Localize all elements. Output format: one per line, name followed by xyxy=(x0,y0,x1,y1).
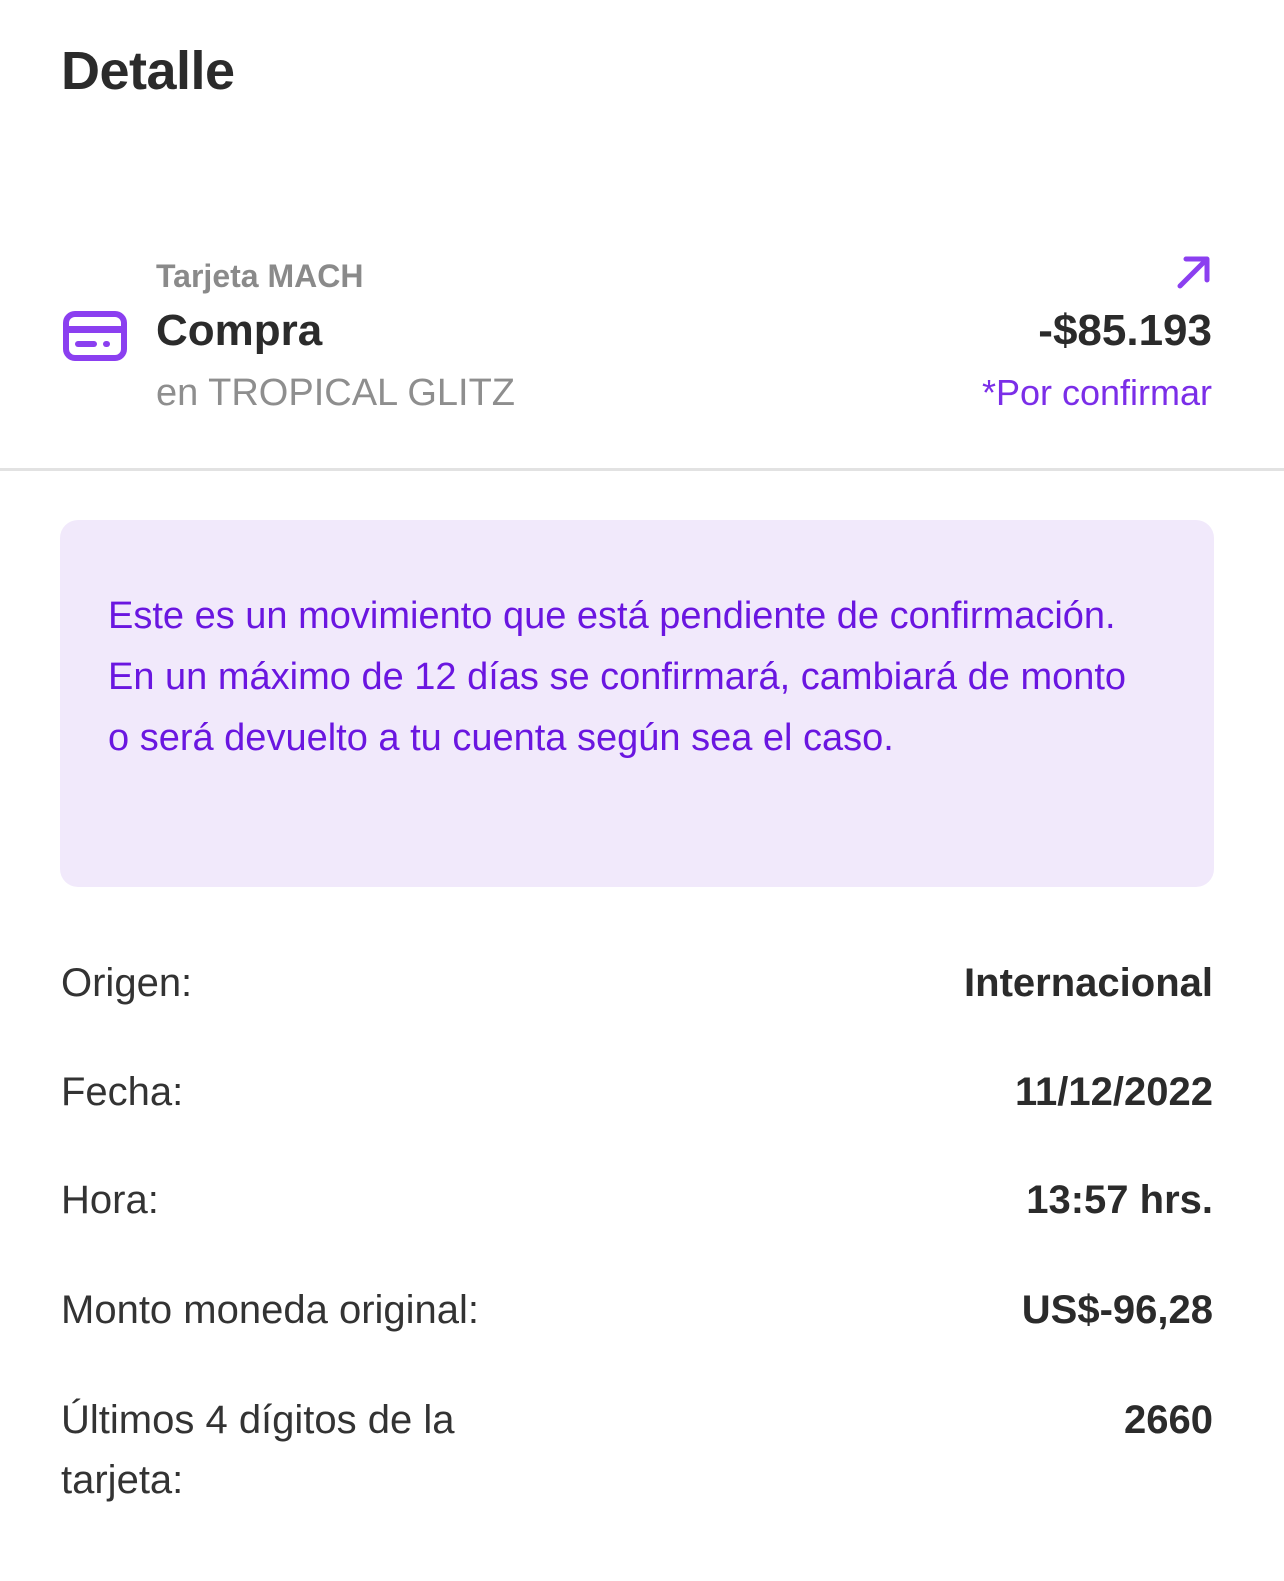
transaction-type: Compra xyxy=(156,306,323,355)
transaction-source: Tarjeta MACH xyxy=(156,258,364,294)
transaction-merchant: en TROPICAL GLITZ xyxy=(156,372,515,414)
detail-value: 13:57 hrs. xyxy=(1026,1178,1213,1222)
transaction-status: *Por confirmar xyxy=(981,372,1212,413)
pending-notice-text: Este es un movimiento que está pendiente… xyxy=(108,595,1127,759)
transaction-summary: Tarjeta MACH Compra en TROPICAL GLITZ -$… xyxy=(0,250,1284,470)
divider xyxy=(0,468,1284,471)
detail-value: US$-96,28 xyxy=(1021,1288,1213,1332)
detail-label: Últimos 4 dígitos de la tarjeta: xyxy=(61,1398,455,1502)
pending-notice: Este es un movimiento que está pendiente… xyxy=(60,520,1214,887)
detail-value: Internacional xyxy=(964,961,1213,1005)
transaction-amount: -$85.193 xyxy=(1038,306,1212,355)
detail-label: Origen: xyxy=(61,961,193,1005)
detail-label: Fecha: xyxy=(61,1070,184,1114)
page-title: Detalle xyxy=(61,41,235,101)
detail-value: 2660 xyxy=(1124,1398,1213,1442)
credit-card-icon xyxy=(62,310,128,362)
detail-label: Monto moneda original: xyxy=(61,1288,480,1332)
detail-label: Hora: xyxy=(61,1178,159,1222)
detail-value: 11/12/2022 xyxy=(1015,1070,1213,1114)
arrow-up-right-icon[interactable] xyxy=(1174,252,1214,292)
